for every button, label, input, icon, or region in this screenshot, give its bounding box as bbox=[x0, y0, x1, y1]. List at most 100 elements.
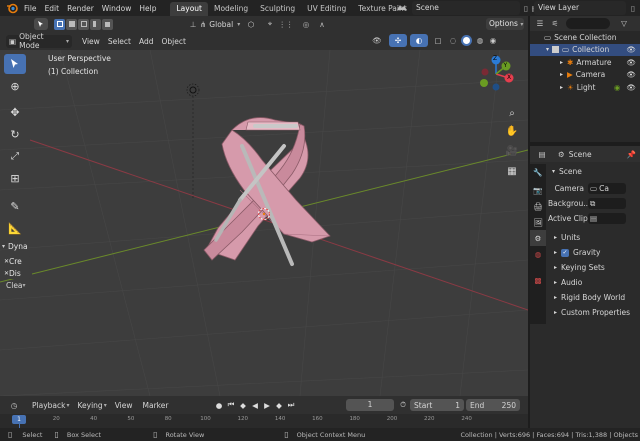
gravity-panel-header[interactable]: ▸ ✓ Gravity bbox=[548, 245, 640, 260]
menu-marker[interactable]: Marker bbox=[143, 401, 169, 410]
display-mode-icon[interactable]: ⚟ bbox=[548, 18, 562, 30]
shading-wireframe-icon[interactable]: ◌ bbox=[448, 34, 458, 47]
play-reverse-icon[interactable]: ◀ bbox=[250, 399, 260, 411]
gravity-checkbox[interactable]: ✓ bbox=[561, 248, 570, 257]
navigation-gizmo[interactable]: Z Y X bbox=[476, 54, 516, 94]
menu-file[interactable]: File bbox=[24, 4, 37, 13]
audio-panel-header[interactable]: ▸ Audio bbox=[548, 275, 640, 290]
keying-sets-panel-header[interactable]: ▸ Keying Sets bbox=[548, 260, 640, 275]
chevron-right-icon[interactable]: ▸ bbox=[560, 59, 563, 66]
menu-window[interactable]: Window bbox=[102, 4, 132, 13]
options-dropdown[interactable]: Options ▾ bbox=[486, 18, 524, 30]
gizmo-toggle-icon[interactable]: ✣ bbox=[389, 34, 407, 47]
play-icon[interactable]: ▶ bbox=[262, 399, 272, 411]
chevron-right-icon[interactable]: ▸ bbox=[560, 71, 563, 78]
select-intersect-icon[interactable] bbox=[102, 18, 113, 30]
view-layer-selector[interactable]: View Layer bbox=[534, 1, 626, 15]
record-icon[interactable]: ● bbox=[214, 399, 224, 411]
output-tab-icon[interactable]: 🖨 bbox=[530, 198, 546, 214]
current-frame-field[interactable]: 1 bbox=[346, 399, 394, 411]
properties-editor-icon[interactable]: ▤ bbox=[536, 148, 548, 160]
measure-tool-button[interactable]: 📐 bbox=[4, 218, 26, 238]
stopwatch-icon[interactable]: ⏱ bbox=[398, 399, 408, 411]
tab-uv-editing[interactable]: UV Editing bbox=[301, 2, 352, 16]
end-frame-field[interactable]: End 250 bbox=[466, 399, 520, 411]
tab-sculpting[interactable]: Sculpting bbox=[254, 2, 301, 16]
move-tool-button[interactable]: ✥ bbox=[4, 102, 26, 122]
shading-material-icon[interactable]: ◍ bbox=[475, 34, 485, 47]
custom-properties-panel-header[interactable]: ▸ Custom Properties bbox=[548, 305, 640, 320]
visibility-icon[interactable]: 👁 bbox=[368, 34, 386, 47]
chevron-right-icon[interactable]: ▸ bbox=[560, 84, 563, 91]
outliner-editor-icon[interactable]: ☰ bbox=[534, 18, 546, 30]
outliner-armature[interactable]: ▸ ✱ Armature 👁 bbox=[530, 56, 640, 69]
outliner-scene-collection[interactable]: ▭ Scene Collection bbox=[530, 31, 640, 44]
falloff-icon[interactable]: ∧ bbox=[314, 19, 330, 29]
outliner-collection[interactable]: ▾ ▭ Collection 👁 bbox=[530, 43, 640, 56]
eye-icon[interactable]: 👁 bbox=[626, 70, 636, 79]
menu-view-timeline[interactable]: View bbox=[115, 401, 133, 410]
shading-solid-icon[interactable] bbox=[461, 35, 472, 46]
overlay-toggle-icon[interactable]: ◐ bbox=[410, 34, 428, 47]
operator-clear-dropdown[interactable]: Clea ▾ bbox=[2, 280, 32, 291]
tool-tab-icon[interactable]: 🔧 bbox=[530, 164, 546, 180]
camera-view-icon[interactable]: 🎥 bbox=[504, 146, 520, 162]
operator-dissolve-button[interactable]: ✕ Dis bbox=[2, 268, 32, 279]
menu-help[interactable]: Help bbox=[139, 4, 156, 13]
orientation-icon[interactable]: ⊥ bbox=[188, 19, 198, 29]
timeline-area[interactable]: 1 120405080100120140160180200220240 bbox=[0, 414, 528, 428]
background-field[interactable]: ⧉ bbox=[588, 198, 626, 209]
menu-object[interactable]: Object bbox=[161, 37, 185, 46]
pin-icon[interactable]: 📌 bbox=[627, 150, 636, 159]
outliner-camera[interactable]: ▸ ▶ Camera 👁 bbox=[530, 69, 640, 82]
outliner-search-input[interactable] bbox=[566, 18, 610, 29]
select-extend-icon[interactable] bbox=[66, 18, 77, 30]
mode-dropdown[interactable]: ▣ Object Mode ▾ bbox=[6, 32, 72, 50]
ortho-grid-icon[interactable]: ▦ bbox=[504, 166, 520, 182]
shading-rendered-icon[interactable]: ◉ bbox=[488, 34, 498, 47]
rigid-body-panel-header[interactable]: ▸ Rigid Body World bbox=[548, 290, 640, 305]
timeline-playhead[interactable]: 1 bbox=[12, 415, 26, 424]
scene-browse-icon[interactable] bbox=[394, 2, 410, 14]
start-frame-field[interactable]: Start 1 bbox=[410, 399, 464, 411]
annotate-tool-button[interactable]: ✎ bbox=[4, 196, 26, 216]
jump-end-icon[interactable]: ⏭ bbox=[286, 399, 296, 411]
texture-tab-icon[interactable]: ▩ bbox=[530, 272, 546, 288]
scale-tool-button[interactable]: ⤢ bbox=[4, 146, 26, 166]
select-tool-button[interactable] bbox=[4, 54, 26, 74]
eye-icon[interactable]: 👁 bbox=[626, 58, 636, 67]
next-keyframe-icon[interactable]: ◆ bbox=[274, 399, 284, 411]
rotate-tool-button[interactable]: ↻ bbox=[4, 124, 26, 144]
operator-create-button[interactable]: ✕ Cre bbox=[2, 256, 32, 267]
timeline-editor-icon[interactable]: ◷ bbox=[6, 399, 22, 411]
render-tab-icon[interactable]: 📷 bbox=[530, 182, 546, 198]
copy-view-layer-icon[interactable]: ▯ bbox=[628, 2, 638, 14]
chevron-down-icon[interactable]: ▾ bbox=[546, 46, 549, 53]
jump-start-icon[interactable]: ⏮ bbox=[226, 399, 236, 411]
tab-layout[interactable]: Layout bbox=[170, 2, 208, 16]
select-mode-tool-button[interactable] bbox=[34, 18, 48, 30]
copy-scene-icon[interactable]: ▯ bbox=[522, 2, 530, 14]
eye-icon[interactable]: 👁 bbox=[626, 83, 636, 92]
zoom-icon[interactable]: ⌕ bbox=[504, 108, 520, 124]
menu-keying[interactable]: Keying bbox=[77, 401, 102, 410]
transform-tool-button[interactable]: ⊞ bbox=[4, 168, 26, 188]
prev-keyframe-icon[interactable]: ◆ bbox=[238, 399, 248, 411]
scene-panel-header[interactable]: ▾ Scene bbox=[548, 164, 640, 178]
pivot-point-icon[interactable]: ⬡ bbox=[244, 19, 258, 29]
menu-add[interactable]: Add bbox=[139, 37, 154, 46]
menu-select[interactable]: Select bbox=[108, 37, 131, 46]
xray-icon[interactable]: ▢ bbox=[431, 34, 445, 47]
active-clip-field[interactable]: ▤ bbox=[588, 213, 626, 224]
filter-icon[interactable]: ▽ bbox=[618, 18, 630, 30]
select-new-icon[interactable] bbox=[54, 18, 65, 30]
viewport-3d[interactable]: User Perspective (1) Collection Z Y X ⌕ … bbox=[0, 50, 528, 396]
snap-icon[interactable]: ⌖ bbox=[264, 19, 276, 29]
tab-modeling[interactable]: Modeling bbox=[208, 2, 254, 16]
menu-view[interactable]: View bbox=[82, 37, 100, 46]
units-panel-header[interactable]: ▸ Units bbox=[548, 230, 640, 245]
select-subtract-icon[interactable] bbox=[78, 18, 89, 30]
cursor-tool-button[interactable]: ⊕ bbox=[4, 76, 26, 96]
menu-edit[interactable]: Edit bbox=[45, 4, 60, 13]
checkbox-icon[interactable] bbox=[552, 46, 560, 54]
